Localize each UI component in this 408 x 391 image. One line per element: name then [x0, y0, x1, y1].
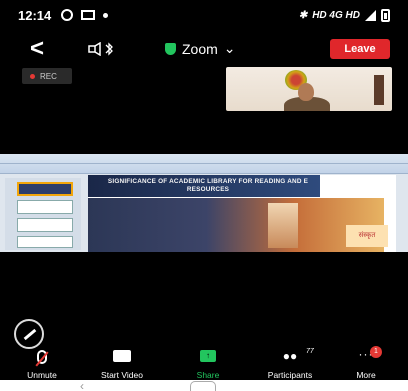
notification-icons: [61, 9, 109, 21]
message-icon: [81, 10, 96, 20]
meeting-toolbar: Unmute Start Video ↑ Share ●● 77 Partici…: [0, 346, 408, 380]
person-head-icon: [298, 83, 314, 101]
rec-label: REC: [40, 71, 57, 81]
meeting-header: < Zoom ⌄ Leave: [0, 34, 408, 66]
video-off-icon: [113, 350, 131, 362]
slide-thumbnail: [17, 200, 73, 214]
record-dot-icon: [30, 73, 35, 79]
shared-screen: SIGNIFICANCE OF ACADEMIC LIBRARY FOR REA…: [0, 154, 408, 252]
slide-thumbnail: [17, 218, 73, 232]
phone-navigation-bar: ‹: [0, 380, 408, 391]
back-chevron-icon[interactable]: <: [30, 37, 44, 61]
annotate-button[interactable]: [14, 319, 44, 349]
status-right: ✱ HD 4G HD: [298, 8, 390, 22]
share-label: Share: [196, 370, 220, 380]
slide-title-band: SIGNIFICANCE OF ACADEMIC LIBRARY FOR REA…: [88, 175, 320, 197]
slide-thumbnail: [17, 182, 73, 196]
shield-icon: [165, 42, 176, 55]
participants-label: Participants: [267, 370, 313, 380]
network-label: HD 4G HD: [312, 9, 360, 21]
battery-icon: [381, 8, 390, 22]
leave-button[interactable]: Leave: [330, 39, 390, 59]
sanskrit-logo: संस्कृत: [346, 225, 388, 247]
bluetooth-icon: ✱: [298, 9, 308, 21]
shelf-icon: [374, 75, 384, 105]
circle-notification-icon: [61, 9, 74, 21]
chevron-down-icon: ⌄: [223, 40, 236, 56]
slide-thumbnails: [5, 178, 81, 250]
dot-icon: [103, 12, 109, 18]
participants-icon: ●●: [282, 349, 298, 363]
slide-thumbnail: [17, 236, 73, 248]
start-video-button[interactable]: Start Video: [86, 350, 158, 380]
presentation-ribbon: [0, 154, 408, 174]
share-button[interactable]: ↑ Share: [172, 350, 244, 380]
unmute-label: Unmute: [27, 370, 57, 380]
status-bar: 12:14 ✱ HD 4G HD: [0, 0, 408, 30]
meeting-title-text: Zoom: [182, 40, 218, 57]
participant-count: 77: [306, 348, 314, 355]
participants-button[interactable]: ●● 77 Participants: [254, 348, 326, 380]
signal-icon: [365, 9, 376, 21]
slide-title: SIGNIFICANCE OF ACADEMIC LIBRARY FOR REA…: [107, 178, 309, 193]
current-slide: SIGNIFICANCE OF ACADEMIC LIBRARY FOR REA…: [88, 175, 396, 252]
nav-back-icon[interactable]: ‹: [80, 380, 84, 391]
start-video-label: Start Video: [101, 370, 143, 380]
ribbon-divider: [0, 163, 408, 164]
slide-photo-band: [88, 198, 384, 252]
nav-home-icon[interactable]: [190, 381, 216, 391]
more-badge: 1: [370, 346, 382, 358]
bluetooth-speaker-icon[interactable]: [88, 42, 116, 56]
status-time: 12:14: [18, 7, 52, 23]
recording-badge: REC: [22, 68, 72, 84]
zoom-meeting-screen: 12:14 ✱ HD 4G HD < Zoom ⌄ Leave REC SIGN…: [0, 0, 408, 380]
participant-video-icon[interactable]: [226, 67, 392, 111]
unmute-button[interactable]: Unmute: [6, 350, 78, 380]
more-button[interactable]: ··· 1 More: [330, 346, 402, 380]
pencil-icon: [23, 328, 37, 341]
share-screen-icon: ↑: [200, 350, 216, 362]
goddess-image-icon: [268, 203, 298, 248]
meeting-title[interactable]: Zoom ⌄: [165, 40, 236, 57]
more-label: More: [356, 370, 376, 380]
